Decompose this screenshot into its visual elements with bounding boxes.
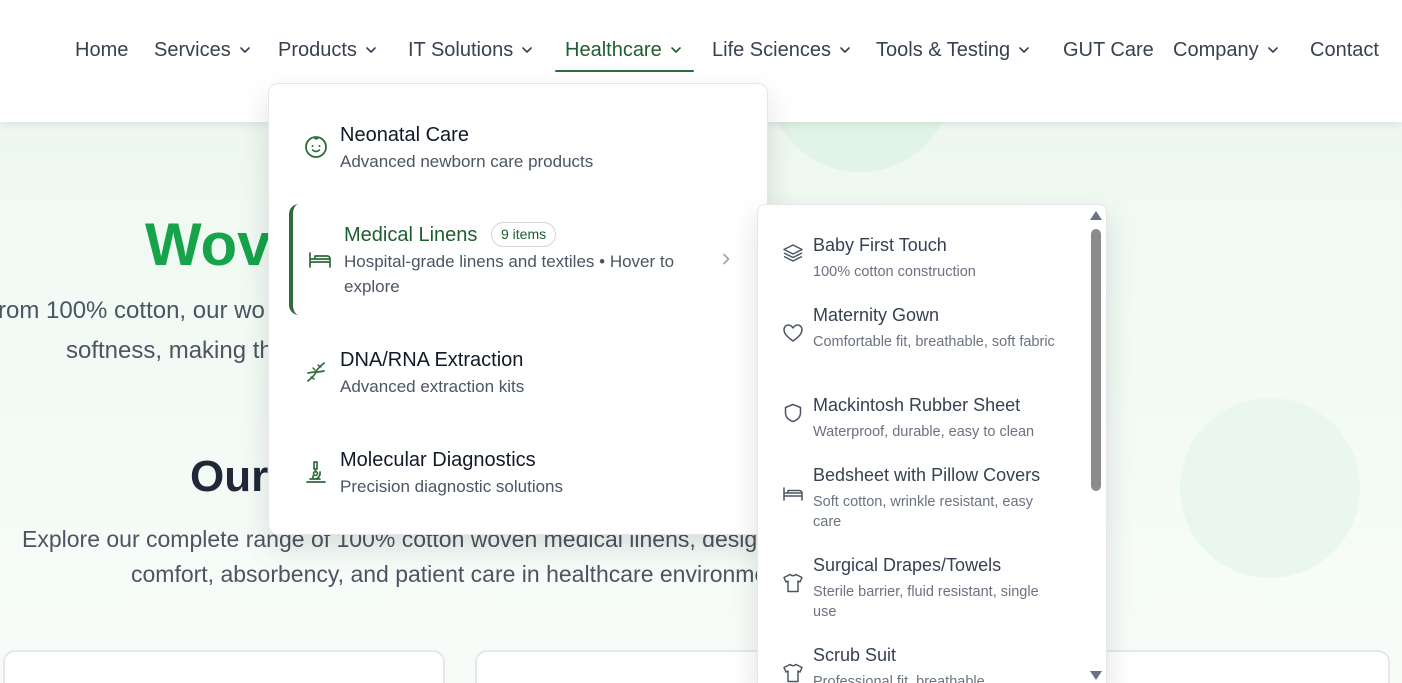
nav-company[interactable]: Company: [1173, 28, 1279, 72]
shirt-icon: [783, 663, 803, 683]
nav-contact[interactable]: Contact: [1310, 28, 1379, 72]
chevron-down-icon: [239, 47, 250, 53]
submenu-item-maternity-gown[interactable]: Maternity Gown Comfortable fit, breathab…: [758, 305, 1088, 370]
chevron-down-icon: [840, 47, 850, 53]
nav-label: Tools & Testing: [876, 38, 1011, 61]
submenu-item-baby-first-touch[interactable]: Baby First Touch 100% cotton constructio…: [758, 235, 1088, 285]
nav-label: Healthcare: [565, 38, 662, 61]
submenu-item-desc: Waterproof, durable, easy to clean: [813, 424, 1035, 440]
nav-label: Services: [154, 38, 231, 61]
dropdown-item-title: Medical Linens: [344, 224, 478, 246]
submenu-item-surgical-drapes-towels[interactable]: Surgical Drapes/Towels Sterile barrier, …: [758, 555, 1088, 620]
chevron-down-icon: [1019, 47, 1029, 53]
dropdown-item-desc: Precision diagnostic solutions: [340, 477, 564, 496]
decorative-circle: [1180, 398, 1360, 578]
chevron-down-icon: [522, 47, 533, 53]
submenu-item-desc: Sterile barrier, fluid resistant, single…: [813, 584, 1039, 620]
submenu-item-title: Scrub Suit: [813, 645, 897, 665]
chevron-down-icon: [366, 47, 376, 53]
dropdown-item-desc: Advanced extraction kits: [340, 377, 525, 396]
nav-label: Home: [75, 38, 129, 61]
nav-label: GUT Care: [1063, 38, 1154, 61]
nav-products[interactable]: Products: [278, 28, 377, 72]
submenu-item-title: Baby First Touch: [813, 235, 947, 255]
heart-icon: [783, 324, 803, 342]
hero-title: Wov: [145, 211, 271, 278]
baby-face-icon: [305, 136, 327, 158]
nav-it-solutions[interactable]: IT Solutions: [408, 28, 533, 72]
submenu-item-title: Maternity Gown: [813, 305, 940, 325]
submenu-item-desc: Professional fit, breathable,: [813, 674, 989, 683]
layers-icon: [783, 244, 803, 262]
chevron-right-icon: [723, 253, 730, 265]
bed-icon: [309, 252, 331, 268]
dropdown-item-title: Neonatal Care: [340, 124, 469, 146]
dropdown-item-medical-linens[interactable]: Medical Linens 9 items Hospital-grade li…: [289, 204, 749, 315]
submenu-item-desc: Comfortable fit, breathable, soft fabric: [813, 334, 1055, 350]
dropdown-item-desc: Advanced newborn care products: [340, 152, 594, 171]
shirt-icon: [783, 573, 803, 593]
hero-text-line1: rom 100% cotton, our wo: [0, 297, 265, 324]
dropdown-item-desc: Hospital-grade linens and textiles • Hov…: [344, 252, 675, 271]
nav-label: Company: [1173, 38, 1259, 61]
medical-linens-submenu: Baby First Touch 100% cotton constructio…: [757, 204, 1107, 683]
dropdown-item-molecular-diagnostics[interactable]: Molecular Diagnostics Precision diagnost…: [289, 439, 749, 509]
nav-services[interactable]: Services: [154, 28, 251, 72]
nav-label: Contact: [1310, 38, 1379, 61]
section-text-line2: comfort, absorbency, and patient care in…: [131, 561, 781, 587]
main-nav: Home Services Products IT Solutions Heal…: [0, 28, 1402, 72]
nav-tools-testing[interactable]: Tools & Testing: [876, 28, 1030, 72]
dropdown-item-dna-rna-extraction[interactable]: DNA/RNA Extraction Advanced extraction k…: [289, 339, 749, 409]
submenu-item-title: Surgical Drapes/Towels: [813, 555, 1002, 575]
chevron-down-icon: [670, 47, 681, 53]
section-title: Our: [190, 452, 269, 501]
nav-label: Products: [278, 38, 357, 61]
chevron-down-icon: [1267, 47, 1278, 53]
nav-healthcare[interactable]: Healthcare: [555, 28, 694, 72]
nav-label: Life Sciences: [712, 38, 831, 61]
dropdown-item-title: DNA/RNA Extraction: [340, 349, 524, 371]
nav-home[interactable]: Home: [75, 28, 128, 72]
submenu-item-title: Mackintosh Rubber Sheet: [813, 395, 1021, 415]
microscope-icon: [306, 461, 326, 483]
scroll-up-arrow[interactable]: [1090, 211, 1102, 220]
nav-label: IT Solutions: [408, 38, 514, 61]
bed-icon: [783, 487, 803, 501]
submenu-item-desc: 100% cotton construction: [813, 264, 976, 280]
scroll-down-arrow[interactable]: [1090, 671, 1102, 680]
dna-icon: [307, 362, 325, 382]
nav-gut-care[interactable]: GUT Care: [1063, 28, 1154, 72]
shield-icon: [784, 403, 802, 423]
submenu-item-desc: Soft cotton, wrinkle resistant, easy car…: [813, 494, 1034, 530]
item-count-badge: 9 items: [491, 222, 557, 247]
submenu-item-title: Bedsheet with Pillow Covers: [813, 465, 1041, 485]
decorative-blob: [770, 122, 950, 172]
submenu-item-scrub-suit[interactable]: Scrub Suit Professional fit, breathable,: [758, 645, 1088, 683]
submenu-item-bedsheet-with-pillow-covers[interactable]: Bedsheet with Pillow Covers Soft cotton,…: [758, 465, 1088, 530]
submenu-item-mackintosh-rubber-sheet[interactable]: Mackintosh Rubber Sheet Waterproof, dura…: [758, 395, 1088, 445]
dropdown-item-desc-continued: explore: [344, 277, 400, 296]
healthcare-dropdown: Neonatal Care Advanced newborn care prod…: [268, 83, 768, 535]
hero-text-line2: softness, making th: [66, 337, 273, 364]
nav-life-sciences[interactable]: Life Sciences: [712, 28, 851, 72]
dropdown-item-neonatal-care[interactable]: Neonatal Care Advanced newborn care prod…: [289, 114, 749, 184]
product-card[interactable]: [3, 650, 445, 683]
scrollbar-thumb[interactable]: [1091, 229, 1101, 491]
dropdown-item-title: Molecular Diagnostics: [340, 449, 536, 471]
